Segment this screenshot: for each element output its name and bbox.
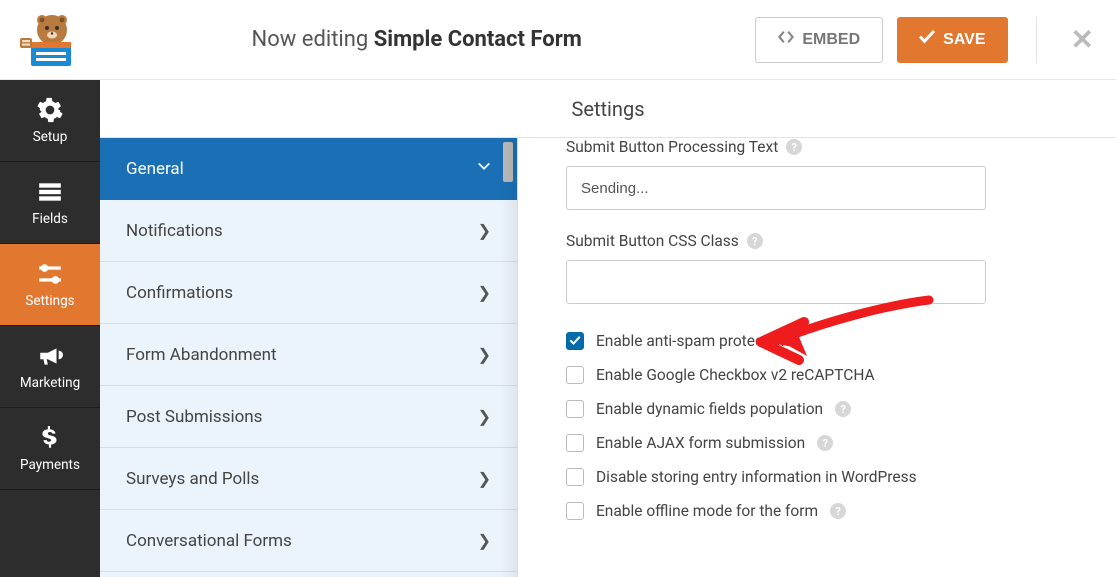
check-icon: [919, 30, 935, 49]
chevron-right-icon: ❯: [478, 531, 491, 550]
menu-item-notifications[interactable]: Notifications ❯: [100, 200, 517, 262]
checkbox-ajax[interactable]: Enable AJAX form submission ?: [566, 434, 1076, 452]
nav-label: Payments: [20, 457, 80, 473]
checkbox-icon: [566, 366, 584, 384]
field-label: Submit Button Processing Text: [566, 138, 778, 156]
dollar-icon: [37, 425, 63, 451]
settings-sections: ▲ General Notifications ❯ Confirmations …: [100, 80, 518, 577]
gear-icon: [37, 97, 63, 123]
nav-label: Fields: [32, 211, 68, 227]
nav-fields[interactable]: Fields: [0, 162, 100, 244]
help-icon[interactable]: ?: [817, 435, 833, 451]
menu-item-label: Notifications: [126, 221, 223, 241]
embed-button-label: EMBED: [802, 31, 860, 49]
checkbox-anti-spam[interactable]: Enable anti-spam protection: [566, 332, 1076, 350]
panel-title: Settings: [571, 97, 644, 121]
nav-label: Setup: [33, 129, 68, 145]
nav-setup[interactable]: Setup: [0, 80, 100, 162]
panel-title-bar: Settings: [100, 80, 1116, 138]
nav-marketing[interactable]: Marketing: [0, 326, 100, 408]
embed-button[interactable]: EMBED: [755, 17, 883, 63]
settings-menu: ▲ General Notifications ❯ Confirmations …: [100, 138, 517, 572]
top-actions: EMBED SAVE ✕: [755, 17, 1098, 63]
code-icon: [778, 30, 794, 49]
checkbox-label: Disable storing entry information in Wor…: [596, 468, 917, 486]
field-submit-processing: Submit Button Processing Text ?: [566, 138, 1076, 210]
checkbox-label: Enable offline mode for the form: [596, 502, 818, 520]
separator: [1036, 17, 1037, 63]
list-icon: [37, 179, 63, 205]
nav-settings[interactable]: Settings: [0, 244, 100, 326]
megaphone-icon: [37, 343, 63, 369]
checkbox-icon: [566, 332, 584, 350]
topbar: Now editing Simple Contact Form EMBED SA…: [0, 0, 1116, 80]
chevron-down-icon: [477, 159, 491, 178]
menu-item-label: Surveys and Polls: [126, 469, 259, 489]
page-title: Now editing Simple Contact Form: [78, 27, 755, 52]
chevron-right-icon: ❯: [478, 469, 491, 488]
checkbox-dynamic-fields[interactable]: Enable dynamic fields population ?: [566, 400, 1076, 418]
help-icon[interactable]: ?: [786, 139, 802, 155]
checkbox-icon: [566, 468, 584, 486]
close-icon[interactable]: ✕: [1067, 23, 1098, 56]
menu-item-label: Conversational Forms: [126, 531, 292, 551]
menu-item-form-abandonment[interactable]: Form Abandonment ❯: [100, 324, 517, 386]
checkbox-label: Enable anti-spam protection: [596, 332, 789, 350]
nav-label: Settings: [25, 293, 74, 309]
chevron-right-icon: ❯: [478, 345, 491, 364]
chevron-right-icon: ❯: [478, 221, 491, 240]
checkbox-label: Enable AJAX form submission: [596, 434, 805, 452]
menu-item-confirmations[interactable]: Confirmations ❯: [100, 262, 517, 324]
save-button-label: SAVE: [943, 31, 985, 49]
menu-item-label: Confirmations: [126, 283, 233, 303]
menu-item-general[interactable]: General: [100, 138, 517, 200]
help-icon[interactable]: ?: [835, 401, 851, 417]
sliders-icon: [37, 261, 63, 287]
checkbox-recaptcha[interactable]: Enable Google Checkbox v2 reCAPTCHA: [566, 366, 1076, 384]
menu-item-label: General: [126, 159, 184, 179]
submit-css-class-input[interactable]: [566, 260, 986, 304]
checkbox-offline-mode[interactable]: Enable offline mode for the form ?: [566, 502, 1076, 520]
help-icon[interactable]: ?: [747, 233, 763, 249]
menu-item-label: Post Submissions: [126, 407, 262, 427]
checkbox-disable-storing[interactable]: Disable storing entry information in Wor…: [566, 468, 1076, 486]
checkbox-label: Enable dynamic fields population: [596, 400, 823, 418]
help-icon[interactable]: ?: [830, 503, 846, 519]
form-name: Simple Contact Form: [374, 27, 582, 52]
menu-item-post-submissions[interactable]: Post Submissions ❯: [100, 386, 517, 448]
title-prefix: Now editing: [252, 27, 374, 52]
chevron-right-icon: ❯: [478, 407, 491, 426]
chevron-right-icon: ❯: [478, 283, 491, 302]
menu-item-label: Form Abandonment: [126, 345, 277, 365]
settings-general-panel: Submit Button Processing Text ? Submit B…: [518, 80, 1116, 577]
menu-item-surveys-polls[interactable]: Surveys and Polls ❯: [100, 448, 517, 510]
menu-item-conversational-forms[interactable]: Conversational Forms ❯: [100, 510, 517, 572]
field-submit-css-class: Submit Button CSS Class ?: [566, 232, 1076, 304]
checkbox-icon: [566, 434, 584, 452]
nav-payments[interactable]: Payments: [0, 408, 100, 490]
save-button[interactable]: SAVE: [897, 17, 1007, 63]
nav-label: Marketing: [20, 375, 80, 391]
icon-nav: Setup Fields Settings Marketing Payments: [0, 80, 100, 577]
brand-logo: [18, 10, 78, 70]
checkbox-label: Enable Google Checkbox v2 reCAPTCHA: [596, 366, 875, 384]
checkbox-icon: [566, 400, 584, 418]
field-label: Submit Button CSS Class: [566, 232, 739, 250]
checkbox-icon: [566, 502, 584, 520]
submit-processing-input[interactable]: [566, 166, 986, 210]
